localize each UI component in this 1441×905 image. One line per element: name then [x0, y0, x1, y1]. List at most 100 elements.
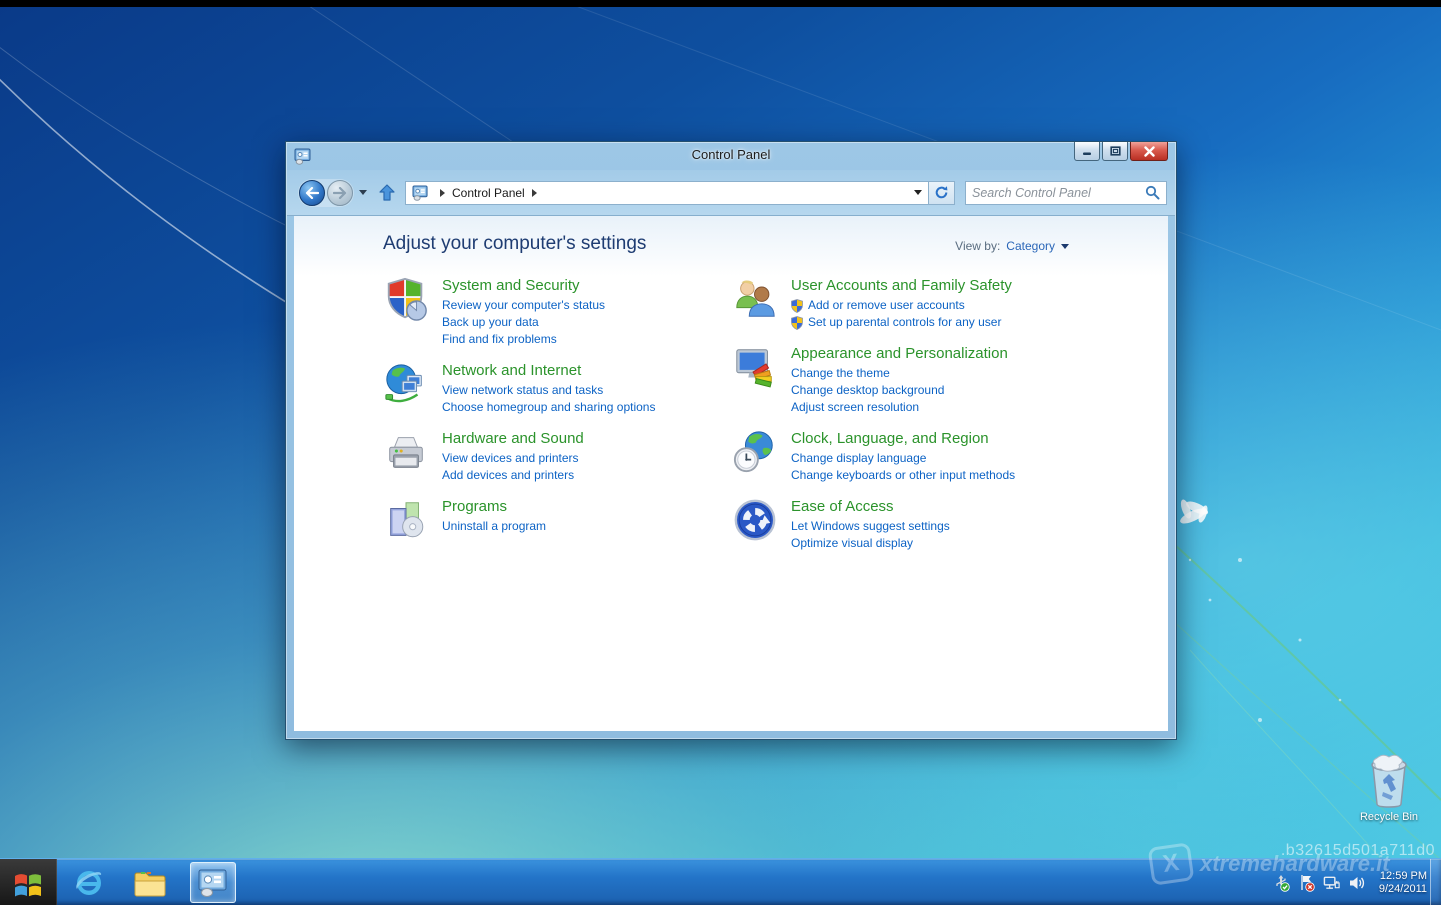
categories-left-column: System and Security Review your computer…: [383, 276, 713, 556]
uac-shield-icon: [791, 299, 803, 313]
volume-icon[interactable]: [1348, 874, 1366, 892]
close-icon: [1143, 146, 1156, 157]
category-title[interactable]: Programs: [442, 498, 546, 515]
recent-pages-chevron[interactable]: [359, 190, 367, 195]
category-title[interactable]: System and Security: [442, 277, 605, 294]
start-button[interactable]: [0, 859, 57, 905]
category-link[interactable]: Change keyboards or other input methods: [791, 467, 1015, 484]
category-title[interactable]: Appearance and Personalization: [791, 345, 1008, 362]
category-title[interactable]: User Accounts and Family Safety: [791, 277, 1012, 294]
back-arrow-icon: [305, 187, 319, 199]
action-center-flag-icon[interactable]: [1298, 874, 1316, 892]
forward-arrow-icon: [333, 187, 347, 199]
safely-remove-hardware-icon[interactable]: [1273, 874, 1291, 892]
control-panel-content: Adjust your computer's settings View by:…: [294, 216, 1168, 731]
category-network-and-internet: Network and Internet View network status…: [383, 361, 713, 416]
search-icon[interactable]: [1145, 185, 1160, 200]
category-programs: Programs Uninstall a program: [383, 497, 713, 543]
recycle-bin-label: Recycle Bin: [1352, 811, 1426, 823]
category-link[interactable]: Add or remove user accounts: [808, 297, 965, 314]
system-and-security-icon[interactable]: [383, 276, 429, 322]
category-link[interactable]: Change the theme: [791, 365, 1008, 382]
up-arrow-icon: [377, 183, 397, 203]
recycle-bin[interactable]: Recycle Bin: [1352, 752, 1426, 823]
appearance-icon[interactable]: [732, 344, 778, 390]
taskbar: 12:59 PM 9/24/2011: [0, 858, 1441, 905]
category-link[interactable]: Choose homegroup and sharing options: [442, 399, 655, 416]
category-title[interactable]: Clock, Language, and Region: [791, 430, 1015, 447]
network-icon[interactable]: [1323, 874, 1341, 892]
category-title[interactable]: Hardware and Sound: [442, 430, 584, 447]
close-button[interactable]: [1130, 142, 1168, 161]
category-link[interactable]: Uninstall a program: [442, 518, 546, 535]
network-and-internet-icon[interactable]: [383, 361, 429, 407]
forward-button[interactable]: [327, 180, 353, 206]
back-forward-group: [298, 179, 354, 207]
title-bar[interactable]: Control Panel: [286, 142, 1176, 170]
ease-of-access-icon[interactable]: [732, 497, 778, 543]
navigation-toolbar: Control Panel: [287, 170, 1175, 216]
view-by-control: View by: Category: [955, 239, 1069, 253]
category-link[interactable]: Review your computer's status: [442, 297, 605, 314]
category-link[interactable]: Find and fix problems: [442, 331, 605, 348]
category-link[interactable]: Set up parental controls for any user: [808, 314, 1001, 331]
view-by-caret-icon[interactable]: [1061, 244, 1069, 249]
screen-top-black-strip: [0, 0, 1441, 7]
minimize-icon: [1082, 147, 1092, 156]
maximize-button[interactable]: [1102, 142, 1128, 161]
internet-explorer-icon: [73, 867, 105, 899]
show-desktop-button[interactable]: [1430, 859, 1441, 905]
search-box[interactable]: [965, 181, 1167, 205]
taskbar-control-panel-icon: [197, 868, 229, 898]
up-button[interactable]: [377, 183, 397, 203]
category-hardware-and-sound: Hardware and Sound View devices and prin…: [383, 429, 713, 484]
category-link[interactable]: Adjust screen resolution: [791, 399, 1008, 416]
category-title[interactable]: Ease of Access: [791, 498, 950, 515]
taskbar-clock[interactable]: 12:59 PM 9/24/2011: [1379, 870, 1427, 896]
control-panel-window: Control Panel: [285, 141, 1177, 740]
breadcrumb-expand-icon[interactable]: [532, 189, 537, 197]
category-appearance-and-personalization: Appearance and Personalization Change th…: [732, 344, 1092, 416]
category-title[interactable]: Network and Internet: [442, 362, 655, 379]
address-bar-group: Control Panel: [405, 181, 955, 205]
uac-shield-icon: [791, 316, 803, 330]
recycle-bin-icon: [1363, 752, 1415, 810]
clock-language-region-icon[interactable]: [732, 429, 778, 475]
view-by-value[interactable]: Category: [1006, 239, 1055, 253]
search-input[interactable]: [972, 186, 1145, 200]
minimize-button[interactable]: [1074, 142, 1100, 161]
user-accounts-icon[interactable]: [732, 276, 778, 322]
category-link[interactable]: Optimize visual display: [791, 535, 950, 552]
page-title: Adjust your computer's settings: [383, 233, 646, 255]
programs-icon[interactable]: [383, 497, 429, 543]
window-control-panel-icon: [294, 148, 312, 165]
category-link[interactable]: Let Windows suggest settings: [791, 518, 950, 535]
taskbar-file-explorer[interactable]: [129, 862, 171, 903]
maximize-icon: [1110, 146, 1121, 156]
address-control-panel-icon: [412, 185, 429, 201]
category-link[interactable]: View devices and printers: [442, 450, 584, 467]
category-link[interactable]: Back up your data: [442, 314, 605, 331]
breadcrumb-separator-icon[interactable]: [440, 189, 445, 197]
back-button[interactable]: [299, 180, 325, 206]
category-link[interactable]: Change display language: [791, 450, 1015, 467]
address-bar[interactable]: Control Panel: [405, 181, 928, 205]
view-by-label: View by:: [955, 239, 1000, 253]
category-system-and-security: System and Security Review your computer…: [383, 276, 713, 348]
taskbar-control-panel-active[interactable]: [190, 862, 236, 903]
refresh-button[interactable]: [928, 181, 955, 205]
refresh-icon: [934, 185, 949, 200]
window-title: Control Panel: [692, 147, 771, 162]
category-ease-of-access: Ease of Access Let Windows suggest setti…: [732, 497, 1092, 552]
taskbar-internet-explorer[interactable]: [68, 862, 110, 903]
category-user-accounts-and-family-safety: User Accounts and Family Safety Add or r…: [732, 276, 1092, 331]
clock-time: 12:59 PM: [1379, 870, 1427, 883]
address-dropdown-caret[interactable]: [914, 190, 922, 195]
category-link[interactable]: Change desktop background: [791, 382, 1008, 399]
categories-right-column: User Accounts and Family Safety Add or r…: [732, 276, 1092, 565]
breadcrumb-control-panel[interactable]: Control Panel: [452, 186, 525, 200]
category-link[interactable]: View network status and tasks: [442, 382, 655, 399]
category-link[interactable]: Add devices and printers: [442, 467, 584, 484]
hardware-and-sound-icon[interactable]: [383, 429, 429, 475]
category-clock-language-and-region: Clock, Language, and Region Change displ…: [732, 429, 1092, 484]
